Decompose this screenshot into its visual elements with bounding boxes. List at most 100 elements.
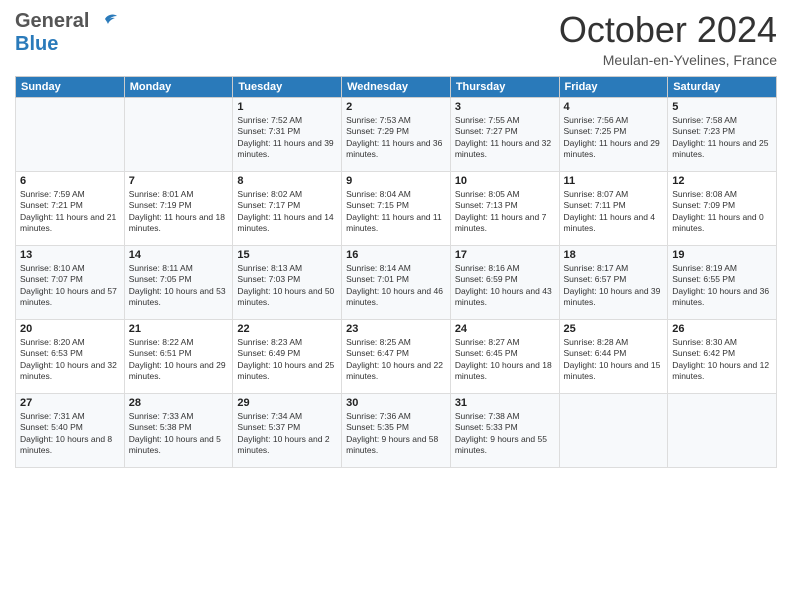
cell-info: Sunrise: 7:34 AMSunset: 5:37 PMDaylight:…: [237, 411, 329, 455]
cell-w2-d6: 12 Sunrise: 8:08 AMSunset: 7:09 PMDayligh…: [668, 171, 777, 245]
day-number: 30: [346, 397, 446, 409]
cell-info: Sunrise: 7:58 AMSunset: 7:23 PMDaylight:…: [672, 115, 768, 159]
cell-w2-d1: 7Sunrise: 8:01 AMSunset: 7:19 PMDaylight…: [124, 171, 233, 245]
logo-general: General: [15, 10, 89, 33]
cell-info: Sunrise: 8:08 AMSunset: 7:09 PMDaylight:…: [672, 189, 764, 233]
cell-w5-d0: 27Sunrise: 7:31 AMSunset: 5:40 PMDayligh…: [16, 393, 125, 467]
cell-info: Sunrise: 8:04 AMSunset: 7:15 PMDaylight:…: [346, 189, 442, 233]
cell-w3-d4: 17Sunrise: 8:16 AMSunset: 6:59 PMDayligh…: [450, 245, 559, 319]
day-number: 21: [129, 323, 229, 335]
col-wednesday: Wednesday: [342, 76, 451, 97]
cell-info: Sunrise: 7:33 AMSunset: 5:38 PMDaylight:…: [129, 411, 221, 455]
cell-info: Sunrise: 8:14 AMSunset: 7:01 PMDaylight:…: [346, 263, 443, 307]
day-number: 3: [455, 101, 555, 113]
cell-w1-d2: 1 Sunrise: 7:52 AMSunset: 7:31 PMDaylight…: [233, 97, 342, 171]
cell-w3-d2: 15 Sunrise: 8:13 AMSunset: 7:03 PMDayligh…: [233, 245, 342, 319]
cell-info: Sunrise: 8:20 AMSunset: 6:53 PMDaylight:…: [20, 337, 117, 381]
cell-w1-d1: [124, 97, 233, 171]
day-number: 14: [129, 249, 229, 261]
title-block: October 2024 Meulan-en-Yvelines, France: [559, 10, 777, 68]
cell-w4-d2: 22 Sunrise: 8:23 AMSunset: 6:49 PMDayligh…: [233, 319, 342, 393]
cell-info: Sunrise: 8:07 AMSunset: 7:11 PMDaylight:…: [564, 189, 656, 233]
week-row-1: 1 Sunrise: 7:52 AMSunset: 7:31 PMDaylight…: [16, 97, 777, 171]
cell-w2-d5: 11 Sunrise: 8:07 AMSunset: 7:11 PMDayligh…: [559, 171, 668, 245]
cell-w1-d3: 2 Sunrise: 7:53 AMSunset: 7:29 PMDaylight…: [342, 97, 451, 171]
week-row-5: 27Sunrise: 7:31 AMSunset: 5:40 PMDayligh…: [16, 393, 777, 467]
cell-info: Sunrise: 8:28 AMSunset: 6:44 PMDaylight:…: [564, 337, 661, 381]
header-row: Sunday Monday Tuesday Wednesday Thursday…: [16, 76, 777, 97]
cell-info: Sunrise: 8:30 AMSunset: 6:42 PMDaylight:…: [672, 337, 769, 381]
cell-info: Sunrise: 7:55 AMSunset: 7:27 PMDaylight:…: [455, 115, 551, 159]
cell-info: Sunrise: 8:13 AMSunset: 7:03 PMDaylight:…: [237, 263, 334, 307]
day-number: 15: [237, 249, 337, 261]
cell-w5-d2: 29 Sunrise: 7:34 AMSunset: 5:37 PMDayligh…: [233, 393, 342, 467]
day-number: 24: [455, 323, 555, 335]
logo: General Blue: [15, 10, 119, 56]
cell-info: Sunrise: 7:38 AMSunset: 5:33 PMDaylight:…: [455, 411, 547, 455]
cell-info: Sunrise: 7:36 AMSunset: 5:35 PMDaylight:…: [346, 411, 438, 455]
cell-w2-d3: 9 Sunrise: 8:04 AMSunset: 7:15 PMDaylight…: [342, 171, 451, 245]
page: General Blue October 2024 Meulan-en-Yvel…: [0, 0, 792, 612]
cell-w5-d4: 31 Sunrise: 7:38 AMSunset: 5:33 PMDayligh…: [450, 393, 559, 467]
cell-info: Sunrise: 7:31 AMSunset: 5:40 PMDaylight:…: [20, 411, 112, 455]
cell-w2-d4: 10 Sunrise: 8:05 AMSunset: 7:13 PMDayligh…: [450, 171, 559, 245]
col-friday: Friday: [559, 76, 668, 97]
cell-w3-d3: 16 Sunrise: 8:14 AMSunset: 7:01 PMDayligh…: [342, 245, 451, 319]
day-number: 31: [455, 397, 555, 409]
day-number: 11: [564, 175, 664, 187]
week-row-2: 6Sunrise: 7:59 AMSunset: 7:21 PMDaylight…: [16, 171, 777, 245]
col-tuesday: Tuesday: [233, 76, 342, 97]
day-number: 9: [346, 175, 446, 187]
day-number: 5: [672, 101, 772, 113]
cell-info: Sunrise: 7:53 AMSunset: 7:29 PMDaylight:…: [346, 115, 442, 159]
day-number: 8: [237, 175, 337, 187]
header: General Blue October 2024 Meulan-en-Yvel…: [15, 10, 777, 68]
logo-blue: Blue: [15, 33, 58, 55]
cell-info: Sunrise: 8:23 AMSunset: 6:49 PMDaylight:…: [237, 337, 334, 381]
day-number: 16: [346, 249, 446, 261]
cell-info: Sunrise: 8:05 AMSunset: 7:13 PMDaylight:…: [455, 189, 547, 233]
day-number: 6: [20, 175, 120, 187]
day-number: 1: [237, 101, 337, 113]
cell-w3-d6: 19Sunrise: 8:19 AMSunset: 6:55 PMDayligh…: [668, 245, 777, 319]
cell-w1-d4: 3 Sunrise: 7:55 AMSunset: 7:27 PMDaylight…: [450, 97, 559, 171]
cell-info: Sunrise: 8:11 AMSunset: 7:05 PMDaylight:…: [129, 263, 226, 307]
cell-w4-d6: 26Sunrise: 8:30 AMSunset: 6:42 PMDayligh…: [668, 319, 777, 393]
cell-info: Sunrise: 7:56 AMSunset: 7:25 PMDaylight:…: [564, 115, 660, 159]
col-thursday: Thursday: [450, 76, 559, 97]
cell-info: Sunrise: 8:22 AMSunset: 6:51 PMDaylight:…: [129, 337, 226, 381]
cell-w4-d0: 20 Sunrise: 8:20 AMSunset: 6:53 PMDayligh…: [16, 319, 125, 393]
cell-w1-d5: 4Sunrise: 7:56 AMSunset: 7:25 PMDaylight…: [559, 97, 668, 171]
cell-w4-d4: 24Sunrise: 8:27 AMSunset: 6:45 PMDayligh…: [450, 319, 559, 393]
cell-w3-d1: 14 Sunrise: 8:11 AMSunset: 7:05 PMDayligh…: [124, 245, 233, 319]
cell-w1-d6: 5 Sunrise: 7:58 AMSunset: 7:23 PMDaylight…: [668, 97, 777, 171]
day-number: 12: [672, 175, 772, 187]
col-monday: Monday: [124, 76, 233, 97]
day-number: 29: [237, 397, 337, 409]
cell-w5-d3: 30 Sunrise: 7:36 AMSunset: 5:35 PMDayligh…: [342, 393, 451, 467]
day-number: 28: [129, 397, 229, 409]
cell-w5-d6: [668, 393, 777, 467]
logo-bird-icon: [91, 11, 119, 33]
cell-info: Sunrise: 8:17 AMSunset: 6:57 PMDaylight:…: [564, 263, 661, 307]
day-number: 18: [564, 249, 664, 261]
cell-info: Sunrise: 8:02 AMSunset: 7:17 PMDaylight:…: [237, 189, 333, 233]
cell-w5-d5: [559, 393, 668, 467]
cell-w2-d0: 6Sunrise: 7:59 AMSunset: 7:21 PMDaylight…: [16, 171, 125, 245]
day-number: 2: [346, 101, 446, 113]
day-number: 19: [672, 249, 772, 261]
week-row-3: 13Sunrise: 8:10 AMSunset: 7:07 PMDayligh…: [16, 245, 777, 319]
day-number: 10: [455, 175, 555, 187]
day-number: 20: [20, 323, 120, 335]
week-row-4: 20 Sunrise: 8:20 AMSunset: 6:53 PMDayligh…: [16, 319, 777, 393]
col-saturday: Saturday: [668, 76, 777, 97]
cell-info: Sunrise: 7:52 AMSunset: 7:31 PMDaylight:…: [237, 115, 333, 159]
cell-info: Sunrise: 8:10 AMSunset: 7:07 PMDaylight:…: [20, 263, 117, 307]
col-sunday: Sunday: [16, 76, 125, 97]
cell-w4-d3: 23Sunrise: 8:25 AMSunset: 6:47 PMDayligh…: [342, 319, 451, 393]
day-number: 22: [237, 323, 337, 335]
day-number: 17: [455, 249, 555, 261]
day-number: 25: [564, 323, 664, 335]
cell-info: Sunrise: 8:25 AMSunset: 6:47 PMDaylight:…: [346, 337, 443, 381]
cell-w1-d0: [16, 97, 125, 171]
